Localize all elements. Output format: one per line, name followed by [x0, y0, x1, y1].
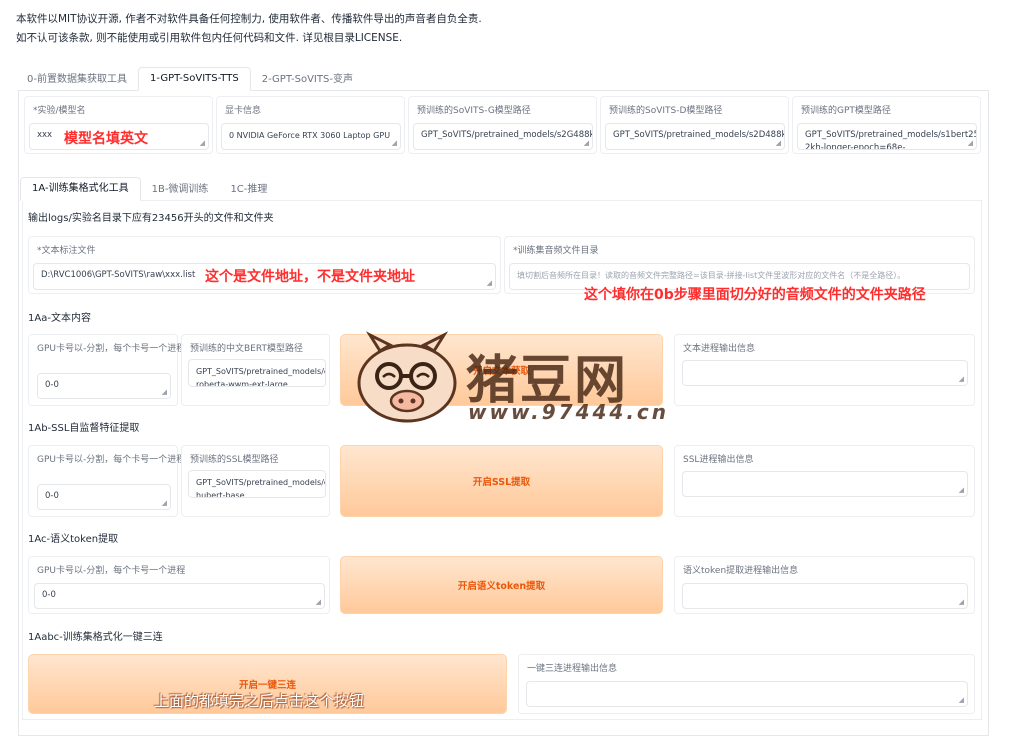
resize-handle-icon[interactable]: ◢ — [959, 487, 964, 494]
section-text-content-title: 1Aa-文本内容 — [28, 313, 91, 324]
sovits-d-card: 预训练的SoVITS-D模型路径 GPT_SoVITS/pretrained_m… — [600, 96, 789, 154]
audio-dir-label: *训练集音频文件目录 — [513, 246, 599, 256]
gpt-model-value: GPT_SoVITS/pretrained_models/s1bert25hz-… — [805, 130, 977, 150]
ssl-path-value: GPT_SoVITS/pretrained_models/chinese-hub… — [196, 478, 326, 498]
gpt-model-card: 预训练的GPT模型路径 GPT_SoVITS/pretrained_models… — [792, 96, 981, 154]
resize-handle-icon[interactable]: ◢ — [968, 140, 973, 147]
bert-path-card: 预训练的中文BERT模型路径 GPT_SoVITS/pretrained_mod… — [181, 334, 330, 406]
tab-inference[interactable]: 1C-推理 — [219, 179, 278, 201]
resize-handle-icon[interactable]: ◢ — [316, 599, 321, 606]
resize-handle-icon[interactable]: ◢ — [959, 376, 964, 383]
ssl-gpu-value: 0-0 — [45, 491, 59, 501]
ssl-path-label: 预训练的SSL模型路径 — [190, 455, 279, 465]
section-semantic-token-title: 1Ac-语义token提取 — [28, 534, 119, 545]
audio-dir-placeholder: 填切割后音频所在目录！读取的音频文件完整路径=该目录-拼接-list文件里波形对… — [517, 271, 906, 280]
pig-mascot-icon — [352, 331, 462, 426]
annotation-folder-path: 这个填你在0b步骤里面切分好的音频文件的文件夹路径 — [584, 287, 926, 303]
ssl-path-card: 预训练的SSL模型路径 GPT_SoVITS/pretrained_models… — [181, 445, 330, 517]
token-output-card: 语义token提取进程输出信息 ◢ — [674, 556, 975, 614]
bert-path-input[interactable]: GPT_SoVITS/pretrained_models/chinese-rob… — [188, 359, 326, 387]
annotation-model-name: 模型名填英文 — [64, 131, 148, 147]
tab-finetune-training[interactable]: 1B-微调训练 — [141, 179, 220, 201]
license-notice: 本软件以MIT协议开源, 作者不对软件具备任何控制力, 使用软件者、传播软件导出… — [16, 10, 996, 48]
ssl-output-label: SSL进程输出信息 — [683, 455, 754, 465]
sovits-g-input[interactable]: GPT_SoVITS/pretrained_models/s2G488k.pth… — [413, 123, 593, 150]
ssl-output-box[interactable]: ◢ — [682, 471, 968, 497]
sovits-g-label: 预训练的SoVITS-G模型路径 — [417, 106, 531, 116]
section-ssl-title: 1Ab-SSL自监督特征提取 — [28, 423, 140, 434]
text-label-file-label: *文本标注文件 — [37, 246, 96, 256]
watermark-url: www.97444.cn — [468, 400, 670, 424]
bert-path-value: GPT_SoVITS/pretrained_models/chinese-rob… — [196, 367, 325, 387]
resize-handle-icon[interactable]: ◢ — [162, 500, 167, 507]
resize-handle-icon[interactable]: ◢ — [487, 280, 492, 287]
token-gpu-value: 0-0 — [42, 590, 56, 600]
ssl-output-card: SSL进程输出信息 ◢ — [674, 445, 975, 517]
tab-dataset-tools[interactable]: 0-前置数据集获取工具 — [16, 69, 138, 91]
text-gpu-card: GPU卡号以-分割，每个卡号一个进程 0-0 ◢ — [28, 334, 185, 406]
ssl-gpu-card: GPU卡号以-分割，每个卡号一个进程 0-0 ◢ — [28, 445, 185, 517]
tab-dataset-formatting[interactable]: 1A-训练集格式化工具 — [20, 177, 141, 201]
top-tab-bar: 0-前置数据集获取工具 1-GPT-SoVITS-TTS 2-GPT-SoVIT… — [16, 67, 364, 91]
resize-handle-icon[interactable]: ◢ — [776, 140, 781, 147]
text-gpu-label: GPU卡号以-分割，每个卡号一个进程 — [37, 344, 186, 354]
text-output-box[interactable]: ◢ — [682, 360, 968, 386]
gpt-model-label: 预训练的GPT模型路径 — [801, 106, 891, 116]
token-output-label: 语义token提取进程输出信息 — [683, 566, 799, 576]
annotation-click-button: 上面的都填完之后点击这个按钮 — [154, 692, 365, 710]
ssl-gpu-input[interactable]: 0-0 ◢ — [37, 484, 171, 510]
sovits-d-label: 预训练的SoVITS-D模型路径 — [609, 106, 723, 116]
text-output-card: 文本进程输出信息 ◢ — [674, 334, 975, 406]
resize-handle-icon[interactable]: ◢ — [959, 599, 964, 606]
text-output-label: 文本进程输出信息 — [683, 344, 756, 354]
section-one-click-title: 1Aabc-训练集格式化一键三连 — [28, 632, 163, 643]
exp-name-label: *实验/模型名 — [33, 106, 86, 116]
sub-tab-bar: 1A-训练集格式化工具 1B-微调训练 1C-推理 — [20, 177, 278, 201]
sovits-d-input[interactable]: GPT_SoVITS/pretrained_models/s2D488k.pth… — [605, 123, 785, 150]
start-ssl-extraction-button[interactable]: 开启SSL提取 — [340, 445, 663, 517]
gpu-info-card: 显卡信息 0 NVIDIA GeForce RTX 3060 Laptop GP… — [216, 96, 405, 154]
resize-handle-icon[interactable]: ◢ — [959, 697, 964, 704]
tab-gpt-sovits-voice-change[interactable]: 2-GPT-SoVITS-变声 — [251, 69, 364, 91]
exp-name-value: xxx — [37, 130, 53, 140]
token-output-box[interactable]: ◢ — [682, 583, 968, 609]
gpu-info-input[interactable]: 0 NVIDIA GeForce RTX 3060 Laptop GPU ◢ — [221, 123, 401, 150]
license-line-1: 本软件以MIT协议开源, 作者不对软件具备任何控制力, 使用软件者、传播软件导出… — [16, 13, 482, 25]
start-token-extraction-button[interactable]: 开启语义token提取 — [340, 556, 663, 614]
one-click-output-card: 一键三连进程输出信息 ◢ — [518, 654, 975, 714]
sovits-g-value: GPT_SoVITS/pretrained_models/s2G488k.pth — [421, 130, 593, 140]
token-gpu-input[interactable]: 0-0 ◢ — [34, 583, 325, 609]
sovits-d-value: GPT_SoVITS/pretrained_models/s2D488k.pth — [613, 130, 785, 140]
tab-gpt-sovits-tts[interactable]: 1-GPT-SoVITS-TTS — [137, 67, 251, 91]
text-label-file-value: D:\RVC1006\GPT-SoVITS\raw\xxx.list — [41, 270, 196, 280]
ssl-path-input[interactable]: GPT_SoVITS/pretrained_models/chinese-hub… — [188, 470, 326, 498]
one-click-output-label: 一键三连进程输出信息 — [527, 664, 618, 674]
annotation-file-address: 这个是文件地址，不是文件夹地址 — [205, 269, 415, 285]
gpu-info-label: 显卡信息 — [225, 106, 262, 116]
ssl-gpu-label: GPU卡号以-分割，每个卡号一个进程 — [37, 455, 186, 465]
resize-handle-icon[interactable]: ◢ — [584, 140, 589, 147]
one-click-output-box[interactable]: ◢ — [526, 681, 968, 707]
gpu-info-value: 0 NVIDIA GeForce RTX 3060 Laptop GPU — [229, 131, 391, 140]
resize-handle-icon[interactable]: ◢ — [162, 389, 167, 396]
resize-handle-icon[interactable]: ◢ — [200, 140, 205, 147]
bert-path-label: 预训练的中文BERT模型路径 — [190, 344, 303, 354]
start-one-click-label: 开启一键三连 — [238, 680, 296, 691]
token-gpu-label: GPU卡号以-分割，每个卡号一个进程 — [37, 566, 186, 576]
sovits-g-card: 预训练的SoVITS-G模型路径 GPT_SoVITS/pretrained_m… — [408, 96, 597, 154]
text-gpu-input[interactable]: 0-0 ◢ — [37, 373, 171, 399]
text-gpu-value: 0-0 — [45, 380, 59, 390]
license-line-2: 如不认可该条款, 则不能使用或引用软件包内任何代码和文件. 详见根目录LICEN… — [16, 32, 403, 44]
gpt-model-input[interactable]: GPT_SoVITS/pretrained_models/s1bert25hz-… — [797, 123, 977, 150]
output-info-text: 输出logs/实验名目录下应有23456开头的文件和文件夹 — [28, 213, 274, 224]
token-gpu-card: GPU卡号以-分割，每个卡号一个进程 0-0 ◢ — [28, 556, 330, 614]
resize-handle-icon[interactable]: ◢ — [392, 140, 397, 147]
